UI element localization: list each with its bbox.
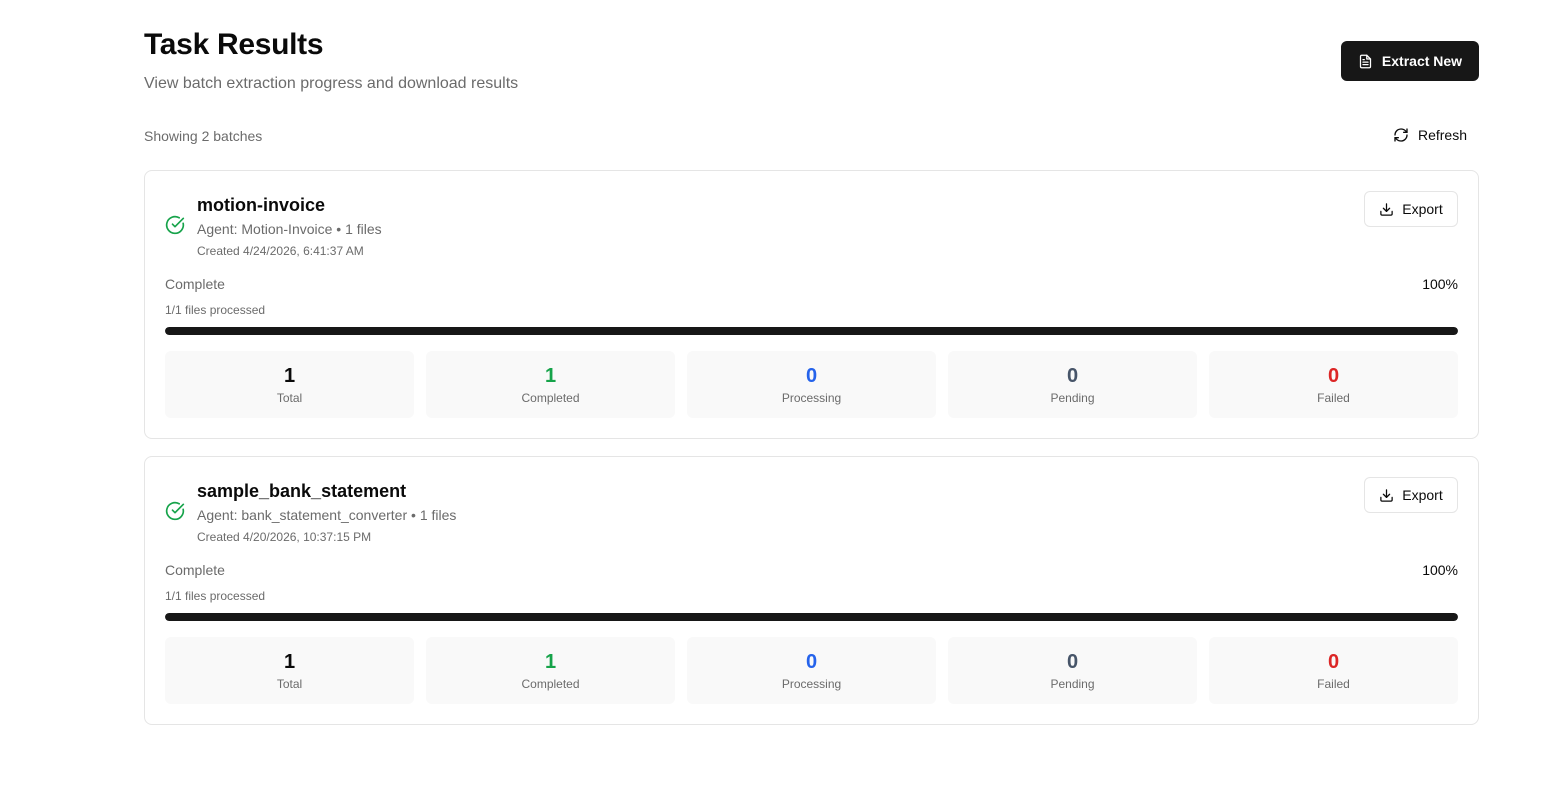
stat-label: Completed: [521, 677, 580, 691]
stat-value: 0: [1066, 651, 1079, 673]
progress-percent: 100%: [1422, 562, 1458, 578]
page-header: Task Results View batch extraction progr…: [144, 0, 1479, 110]
stat-pending: 0 Pending: [948, 351, 1197, 418]
stat-label: Total: [276, 677, 303, 691]
progress-bar: [165, 613, 1458, 621]
stat-pending: 0 Pending: [948, 637, 1197, 704]
batch-created-date: Created 4/24/2026, 6:41:37 AM: [197, 244, 364, 258]
stat-label: Processing: [781, 677, 842, 691]
refresh-icon: [1393, 127, 1409, 143]
page-title: Task Results: [144, 28, 324, 61]
extract-new-label: Extract New: [1381, 53, 1463, 69]
stat-total: 1 Total: [165, 637, 414, 704]
export-label: Export: [1402, 201, 1443, 217]
stat-total: 1 Total: [165, 351, 414, 418]
batch-file-count: 1 files: [345, 221, 382, 237]
extract-new-button[interactable]: Extract New: [1341, 41, 1479, 81]
stat-label: Failed: [1317, 677, 1350, 691]
main-container: Task Results View batch extraction progr…: [144, 0, 1479, 742]
stat-processing: 0 Processing: [687, 637, 936, 704]
batch-created-date: Created 4/20/2026, 10:37:15 PM: [197, 530, 372, 544]
stat-value: 0: [1066, 365, 1079, 387]
stat-label: Pending: [1050, 677, 1095, 691]
stat-value: 0: [805, 365, 818, 387]
stat-value: 1: [544, 365, 557, 387]
download-icon: [1379, 488, 1394, 503]
stat-completed: 1 Completed: [426, 637, 675, 704]
results-toolbar: Showing 2 batches Refresh: [144, 110, 1479, 170]
stat-value: 0: [1327, 651, 1340, 673]
progress-bar-fill: [165, 613, 1458, 621]
stat-value: 1: [544, 651, 557, 673]
stat-processing: 0 Processing: [687, 351, 936, 418]
batch-meta: Agent: Motion-Invoice • 1 files: [197, 221, 382, 237]
stat-label: Failed: [1317, 391, 1350, 405]
stat-value: 0: [1327, 365, 1340, 387]
page-subtitle: View batch extraction progress and downl…: [144, 75, 519, 92]
progress-status-label: Complete: [165, 276, 225, 292]
stat-failed: 0 Failed: [1209, 351, 1458, 418]
stat-value: 1: [283, 365, 296, 387]
export-button[interactable]: Export: [1364, 477, 1458, 513]
stat-value: 1: [283, 651, 296, 673]
batch-file-count: 1 files: [419, 507, 457, 523]
batch-agent: Agent: Motion-Invoice: [197, 221, 333, 237]
check-circle-icon: [165, 501, 185, 521]
batch-name: sample_bank_statement: [197, 481, 407, 501]
batch-meta: Agent: bank_statement_converter • 1 file…: [197, 507, 457, 523]
stats-row: 1 Total 1 Completed 0 Processing 0 Pendi…: [165, 637, 1458, 704]
progress-bar: [165, 327, 1458, 335]
batch-card: motion-invoice Agent: Motion-Invoice • 1…: [144, 170, 1479, 439]
export-button[interactable]: Export: [1364, 191, 1458, 227]
download-icon: [1379, 202, 1394, 217]
progress-percent: 100%: [1422, 276, 1458, 292]
stat-failed: 0 Failed: [1209, 637, 1458, 704]
stat-label: Completed: [521, 391, 580, 405]
files-processed-text: 1/1 files processed: [165, 303, 266, 317]
refresh-button[interactable]: Refresh: [1393, 127, 1467, 143]
files-processed-text: 1/1 files processed: [165, 589, 266, 603]
progress-bar-fill: [165, 327, 1458, 335]
check-circle-icon: [165, 215, 185, 235]
stat-label: Pending: [1050, 391, 1095, 405]
stats-row: 1 Total 1 Completed 0 Processing 0 Pendi…: [165, 351, 1458, 418]
stat-completed: 1 Completed: [426, 351, 675, 418]
batch-agent: Agent: bank_statement_converter: [197, 507, 408, 523]
progress-status-label: Complete: [165, 562, 225, 578]
file-text-icon: [1358, 54, 1373, 69]
stat-value: 0: [805, 651, 818, 673]
task-results-page: Task Results View batch extraction progr…: [0, 0, 1558, 785]
stat-label: Total: [276, 391, 303, 405]
batch-count-text: Showing 2 batches: [144, 128, 263, 144]
stat-label: Processing: [781, 391, 842, 405]
batch-name: motion-invoice: [197, 195, 326, 215]
batch-card: sample_bank_statement Agent: bank_statem…: [144, 456, 1479, 725]
refresh-label: Refresh: [1417, 127, 1467, 143]
export-label: Export: [1402, 487, 1443, 503]
batch-list: motion-invoice Agent: Motion-Invoice • 1…: [144, 170, 1479, 725]
